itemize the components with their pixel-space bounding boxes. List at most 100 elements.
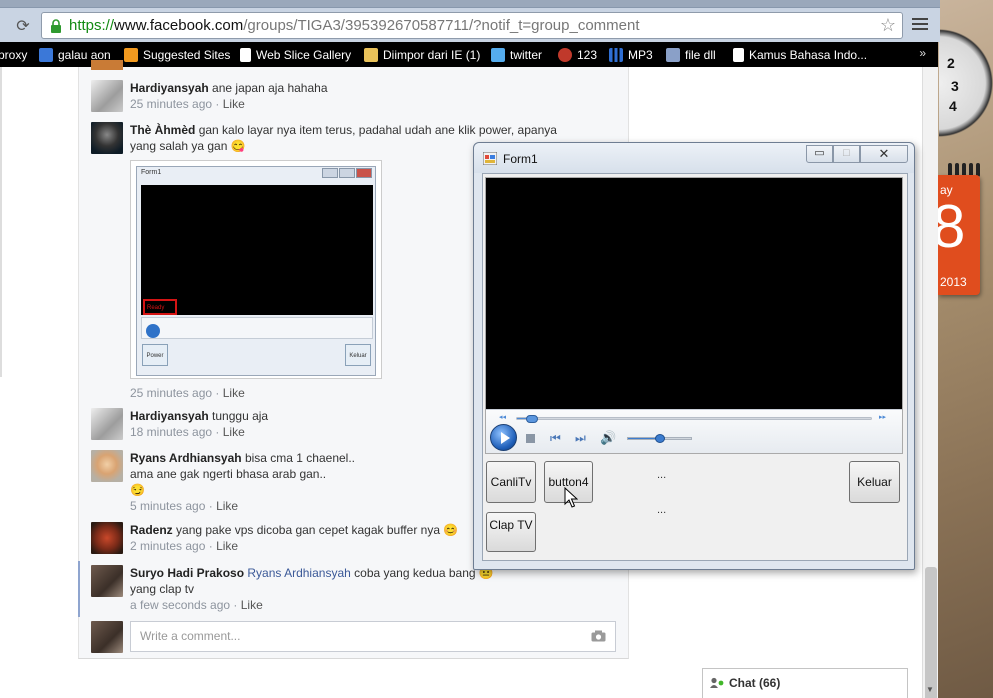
comment-text: yang clap tv [130, 582, 195, 596]
like-link[interactable]: Like [216, 499, 238, 513]
comment-text: ane japan aja hahaha [212, 81, 328, 95]
browser-toolbar: ⟳ https://www.facebook.com/groups/TIGA3/… [0, 0, 940, 42]
favicon-123 [558, 47, 572, 62]
chat-sidebar-toggle[interactable]: Chat (66) [702, 668, 908, 698]
claptv-button[interactable]: Clap TV [486, 512, 536, 552]
seek-back-icon[interactable]: ◂◂ [499, 413, 506, 421]
bookmarks-overflow-chevron[interactable]: » [919, 46, 926, 60]
bookmark-folder-diimpor[interactable]: Diimpor dari IE (1) [364, 46, 480, 63]
tab-strip [0, 0, 940, 8]
comment-author[interactable]: Radenz [130, 523, 173, 537]
bookmark-label: Diimpor dari IE (1) [383, 47, 481, 62]
comment-time[interactable]: 25 minutes ago [130, 97, 212, 111]
volume-icon[interactable]: 🔊 [600, 430, 616, 446]
bookmark-label: file dll [685, 47, 716, 62]
avatar [91, 60, 123, 70]
chat-label: Chat (66) [729, 676, 781, 690]
window-title: Form1 [503, 152, 538, 166]
comment-body: Hardiyansyah ane japan aja hahaha 25 min… [130, 80, 570, 113]
like-link[interactable]: Like [223, 386, 245, 400]
avatar[interactable] [91, 80, 123, 112]
comment-author[interactable]: Hardiyansyah [130, 409, 209, 423]
comment-time[interactable]: 5 minutes ago [130, 499, 205, 513]
image-window-title: Form1 [141, 169, 162, 176]
clock-number: 4 [949, 98, 957, 114]
seek-forward-icon[interactable]: ▸▸ [879, 413, 886, 421]
close-button[interactable]: ✕ [860, 145, 908, 163]
comment-author[interactable]: Suryo Hadi Prakoso [130, 566, 244, 580]
mp3-bars-icon [609, 47, 623, 62]
bookmark-label: MP3 [628, 47, 653, 62]
calendar-date: 8 [938, 193, 966, 260]
canlitv-button[interactable]: CanliTv [486, 461, 536, 503]
comment-time[interactable]: a few seconds ago [130, 598, 230, 612]
form1-window: Form1 ▭ □ ✕ ◂◂ ▸▸ ⏮ ⏭ 🔊 CanliTv button4 … [473, 142, 915, 570]
comment-time[interactable]: 18 minutes ago [130, 425, 212, 439]
page-icon [240, 47, 251, 62]
volume-slider[interactable] [627, 434, 692, 443]
twitter-favicon [491, 47, 505, 62]
like-link[interactable]: Like [241, 598, 263, 612]
avatar[interactable] [91, 450, 123, 482]
comment-author[interactable]: Ryans Ardhiansyah [130, 451, 242, 465]
bookmark-label: Kamus Bahasa Indo... [749, 47, 868, 62]
like-link[interactable]: Like [216, 539, 238, 553]
lock-icon [51, 19, 61, 33]
page-scrollbar[interactable]: ▼ [922, 67, 938, 698]
url-path: /groups/TIGA3/395392670587711/?notif_t=g… [243, 17, 640, 34]
keluar-button[interactable]: Keluar [849, 461, 900, 503]
comment-time[interactable]: 25 minutes ago [130, 386, 212, 400]
stop-button[interactable] [526, 434, 535, 443]
minimize-button[interactable]: ▭ [806, 145, 833, 163]
url-scheme: https:// [69, 17, 115, 34]
new-comment-indicator [78, 561, 80, 617]
like-link[interactable]: Like [223, 425, 245, 439]
menu-icon[interactable] [912, 18, 928, 32]
image-form-window: Form1 Ready Power Keluar [136, 166, 376, 376]
avatar[interactable] [91, 122, 123, 154]
chat-online-icon [710, 677, 724, 688]
bookmark-file-dll[interactable]: file dll [666, 46, 716, 63]
label-dots: ... [657, 469, 667, 481]
maximize-button[interactable]: □ [833, 145, 860, 163]
camera-icon[interactable] [591, 630, 606, 642]
seek-bar[interactable] [516, 415, 872, 423]
comment-author[interactable]: Thè Àhmèd [130, 123, 195, 137]
comment-text: tunggu aja [212, 409, 269, 423]
like-link[interactable]: Like [223, 97, 245, 111]
bookmark-proxy[interactable]: proxy [0, 46, 27, 63]
bookmark-twitter[interactable]: twitter [491, 46, 542, 63]
reload-icon[interactable]: ⟳ [13, 17, 33, 37]
scrollbar-thumb[interactable] [925, 567, 937, 698]
comment-attached-image[interactable]: Form1 Ready Power Keluar [130, 160, 382, 379]
bookmark-star-icon[interactable]: ☆ [880, 16, 896, 34]
scroll-down-arrow-icon[interactable]: ▼ [926, 685, 934, 694]
media-player[interactable]: ◂◂ ▸▸ ⏮ ⏭ 🔊 [485, 177, 903, 454]
avatar[interactable] [91, 408, 123, 440]
bookmark-web-slice-gallery[interactable]: Web Slice Gallery [240, 46, 351, 63]
avatar[interactable] [91, 565, 123, 597]
comment-author[interactable]: Hardiyansyah [130, 81, 209, 95]
bookmark-123[interactable]: 123 [558, 46, 597, 63]
play-button[interactable] [490, 424, 517, 451]
window-titlebar[interactable]: Form1 ▭ □ ✕ [474, 143, 914, 173]
bookmark-kamus[interactable]: Kamus Bahasa Indo... [733, 46, 867, 63]
desktop-calendar-gadget: ay 8 2013 [938, 175, 980, 295]
volume-thumb[interactable] [654, 434, 665, 443]
mention-link[interactable]: Ryans Ardhiansyah [247, 566, 350, 580]
image-video-area [141, 185, 373, 315]
seek-thumb[interactable] [525, 415, 538, 423]
previous-track-icon[interactable]: ⏮ [550, 431, 561, 446]
bookmark-mp3[interactable]: MP3 [609, 46, 653, 63]
bookmark-suggested-sites[interactable]: Suggested Sites [124, 46, 230, 63]
suggested-sites-icon [124, 47, 138, 62]
image-keluar-button: Keluar [345, 344, 371, 366]
comment-input[interactable]: Write a comment... [130, 621, 616, 652]
image-ready-highlight: Ready [143, 299, 177, 315]
next-track-icon[interactable]: ⏭ [575, 431, 586, 446]
bookmark-label: Web Slice Gallery [256, 47, 352, 62]
comment-time[interactable]: 2 minutes ago [130, 539, 205, 553]
avatar[interactable] [91, 522, 123, 554]
address-bar[interactable]: https://www.facebook.com/groups/TIGA3/39… [41, 12, 903, 39]
image-player-controls [141, 317, 373, 339]
